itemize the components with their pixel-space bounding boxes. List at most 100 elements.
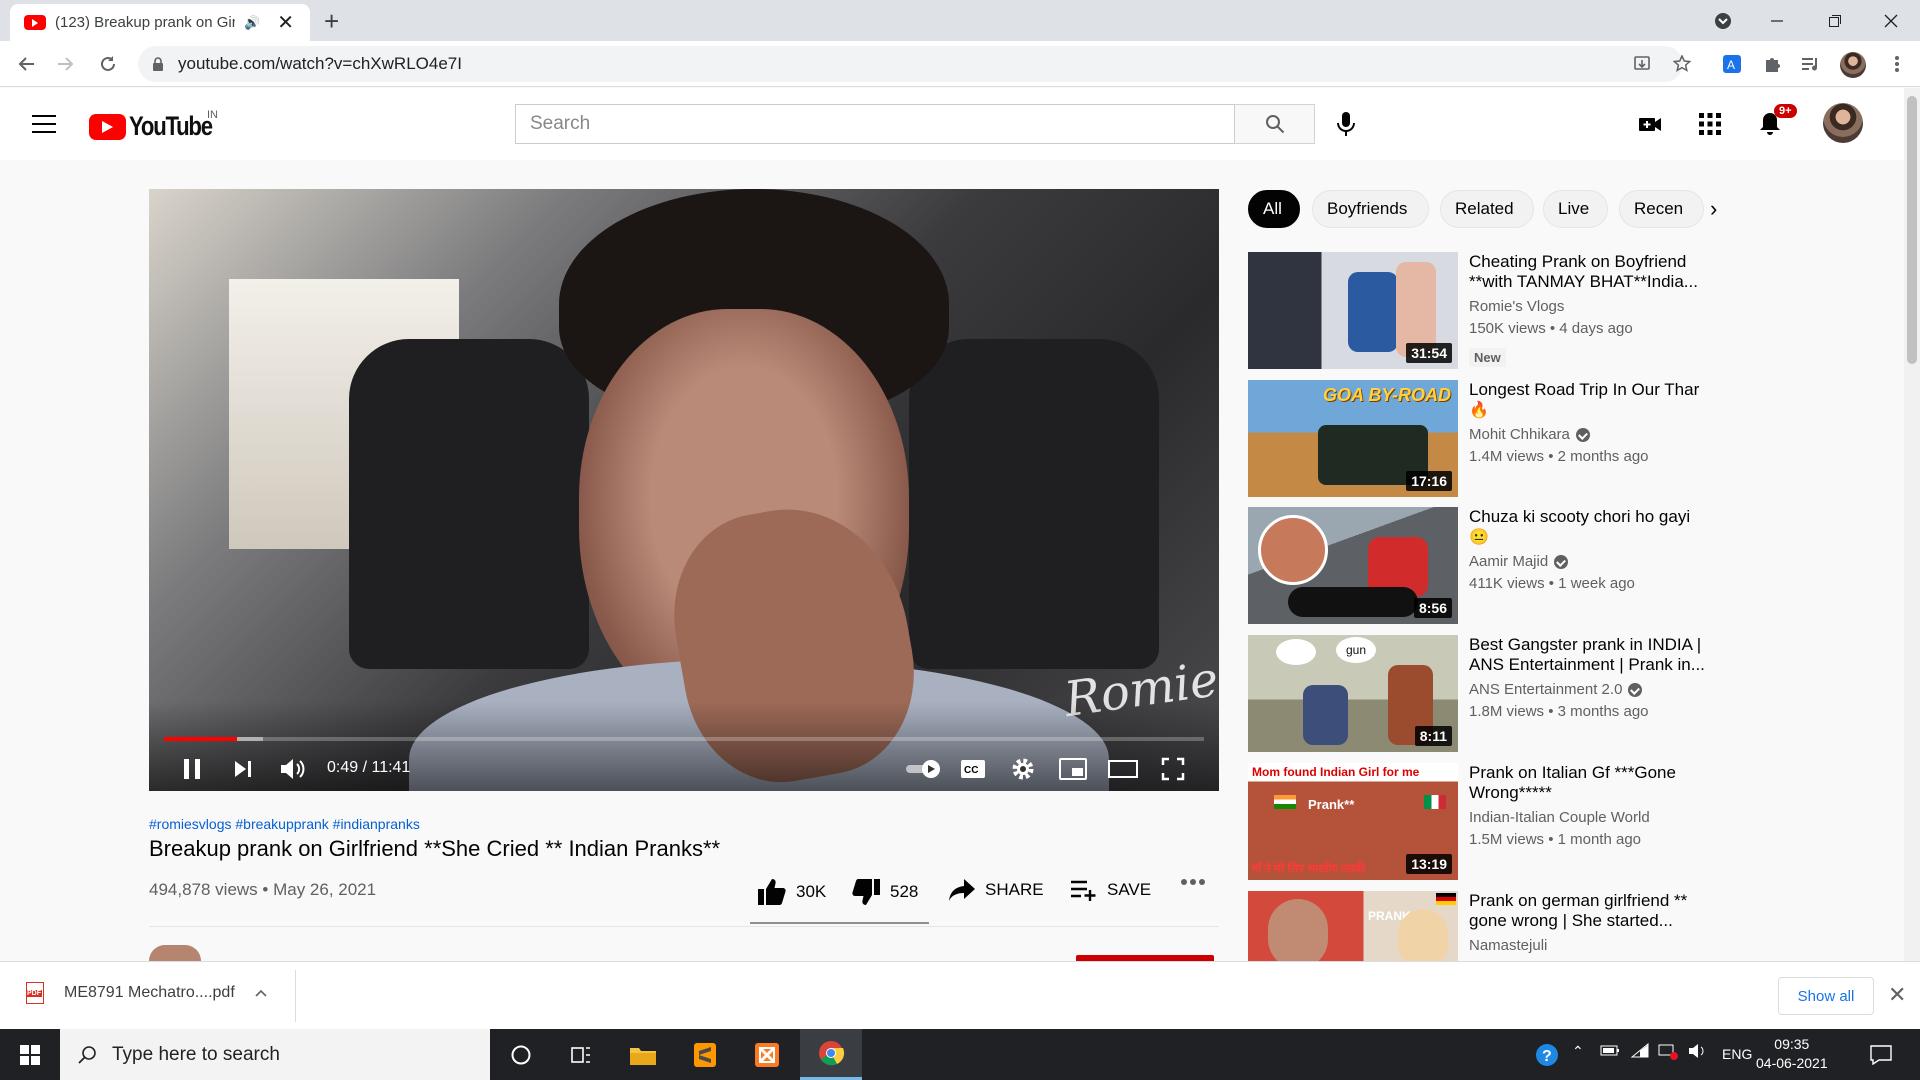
windows-start-icon[interactable] bbox=[0, 1029, 60, 1080]
theater-mode-icon[interactable] bbox=[1105, 751, 1141, 787]
autoplay-toggle[interactable] bbox=[905, 751, 941, 787]
sublime-text-icon[interactable] bbox=[674, 1029, 736, 1080]
maximize-icon[interactable] bbox=[1806, 0, 1864, 41]
media-controls-icon[interactable] bbox=[1798, 52, 1822, 76]
progress-bar[interactable] bbox=[164, 737, 1204, 741]
minimize-icon[interactable] bbox=[1748, 0, 1806, 41]
create-video-icon[interactable] bbox=[1636, 110, 1664, 138]
back-icon[interactable] bbox=[14, 52, 38, 76]
related-video[interactable]: gun 8:11 Best Gangster prank in INDIA | … bbox=[1248, 635, 1718, 752]
video-player[interactable]: Romie's 0:49 / 11:41 CC bbox=[149, 189, 1219, 791]
reload-icon[interactable] bbox=[96, 52, 120, 76]
chip-recent[interactable]: Recen bbox=[1619, 190, 1704, 228]
related-video[interactable]: PRANK Prank on german girlfriend ** gone… bbox=[1248, 891, 1718, 961]
help-tray-icon[interactable]: ? bbox=[1532, 1029, 1562, 1080]
fullscreen-icon[interactable] bbox=[1155, 751, 1191, 787]
video-thumbnail[interactable]: GOA BY-ROAD 17:16 bbox=[1248, 380, 1458, 497]
related-meta: 1.8M views • 3 months ago bbox=[1469, 703, 1649, 720]
chip-boyfriends[interactable]: Boyfriends bbox=[1312, 190, 1429, 228]
thumbnail-text: Mom found Indian Girl for me bbox=[1252, 765, 1420, 779]
page-scrollbar[interactable] bbox=[1904, 88, 1920, 961]
task-view-icon[interactable] bbox=[550, 1029, 612, 1080]
taskbar-clock[interactable]: 09:35 04-06-2021 bbox=[1756, 1035, 1828, 1073]
chevron-up-icon[interactable] bbox=[255, 989, 267, 997]
captions-icon[interactable]: CC bbox=[955, 751, 991, 787]
tab-close-icon[interactable]: ✕ bbox=[277, 10, 294, 35]
close-shelf-icon[interactable]: ✕ bbox=[1888, 982, 1906, 1008]
language-indicator[interactable]: ENG bbox=[1722, 1046, 1752, 1062]
channel-avatar[interactable] bbox=[149, 945, 201, 961]
guide-menu-icon[interactable] bbox=[32, 115, 56, 133]
related-video[interactable]: 8:56 Chuza ki scooty chori ho gayi 😐 Aami… bbox=[1248, 507, 1718, 624]
show-hidden-icons-icon[interactable]: ⌃ bbox=[1572, 1043, 1584, 1060]
volume-icon[interactable] bbox=[275, 751, 311, 787]
related-meta: 411K views • 1 week ago bbox=[1469, 575, 1635, 592]
chrome-taskbar-icon[interactable] bbox=[800, 1029, 862, 1080]
chip-scroll-right-icon[interactable]: › bbox=[1710, 196, 1717, 222]
show-all-button[interactable]: Show all bbox=[1778, 977, 1874, 1015]
voice-search-icon[interactable] bbox=[1333, 110, 1359, 138]
related-channel[interactable]: Indian-Italian Couple World bbox=[1469, 809, 1650, 826]
bookmark-star-icon[interactable] bbox=[1670, 52, 1694, 76]
apps-grid-icon[interactable] bbox=[1696, 110, 1724, 138]
related-channel[interactable]: Aamir Majid bbox=[1469, 553, 1569, 570]
extensions-puzzle-icon[interactable] bbox=[1760, 52, 1784, 76]
action-center-icon[interactable] bbox=[1850, 1029, 1912, 1080]
more-actions-icon[interactable] bbox=[1180, 878, 1206, 886]
thumbnail-text: GOA BY-ROAD bbox=[1323, 385, 1451, 405]
dislike-button[interactable]: 528 bbox=[851, 878, 918, 906]
video-thumbnail[interactable]: PRANK bbox=[1248, 891, 1458, 961]
wifi-icon[interactable] bbox=[1630, 1043, 1650, 1059]
thumbnail-text-3: माँ ने मेरे लिए भारतीय लड़की bbox=[1252, 863, 1366, 875]
account-avatar[interactable] bbox=[1823, 103, 1863, 143]
browser-menu-icon[interactable] bbox=[1885, 52, 1909, 76]
chip-related[interactable]: Related bbox=[1440, 190, 1534, 228]
cortana-icon[interactable] bbox=[490, 1029, 552, 1080]
close-window-icon[interactable] bbox=[1862, 0, 1920, 41]
chip-live[interactable]: Live bbox=[1543, 190, 1608, 228]
related-meta: 150K views • 4 days ago bbox=[1469, 320, 1633, 337]
miniplayer-icon[interactable] bbox=[1055, 751, 1091, 787]
browser-tab[interactable]: (123) Breakup prank on Girlfr 🔊 ✕ bbox=[10, 4, 310, 41]
install-app-icon[interactable] bbox=[1630, 52, 1654, 76]
save-button[interactable]: SAVE bbox=[1070, 878, 1151, 902]
pause-button[interactable] bbox=[174, 751, 210, 787]
download-item[interactable]: ME8791 Mechatro....pdf bbox=[26, 982, 267, 1004]
browser-profile-avatar[interactable] bbox=[1840, 52, 1866, 78]
tab-search-icon[interactable] bbox=[1694, 0, 1752, 41]
like-count: 30K bbox=[796, 882, 827, 901]
related-channel[interactable]: ANS Entertainment 2.0 bbox=[1469, 681, 1643, 698]
forward-icon[interactable] bbox=[54, 52, 78, 76]
extension-translate-icon[interactable]: A bbox=[1720, 52, 1744, 76]
scrollbar-thumb[interactable] bbox=[1907, 96, 1917, 364]
new-tab-button[interactable]: + bbox=[324, 6, 339, 37]
video-thumbnail[interactable]: 31:54 bbox=[1248, 252, 1458, 369]
battery-icon[interactable] bbox=[1600, 1043, 1620, 1057]
taskbar-search-box[interactable]: Type here to search bbox=[60, 1029, 490, 1080]
chip-all[interactable]: All bbox=[1248, 190, 1300, 228]
file-explorer-icon[interactable] bbox=[612, 1029, 674, 1080]
youtube-play-logo-icon bbox=[89, 113, 126, 140]
video-thumbnail[interactable]: 8:56 bbox=[1248, 507, 1458, 624]
related-channel[interactable]: Namastejuli bbox=[1469, 937, 1547, 954]
youtube-logo[interactable]: YouTube IN bbox=[89, 109, 230, 142]
related-video[interactable]: GOA BY-ROAD 17:16 Longest Road Trip In O… bbox=[1248, 380, 1718, 497]
video-hashtags[interactable]: #romiesvlogs #breakupprank #indianpranks bbox=[149, 816, 420, 832]
network-alert-icon[interactable] bbox=[1658, 1043, 1680, 1061]
xampp-icon[interactable] bbox=[736, 1029, 798, 1080]
address-bar[interactable]: youtube.com/watch?v=chXwRLO4e7I bbox=[138, 46, 1683, 82]
volume-tray-icon[interactable] bbox=[1688, 1043, 1708, 1059]
settings-gear-icon[interactable] bbox=[1005, 751, 1041, 787]
related-video[interactable]: Mom found Indian Girl for me Prank** माँ… bbox=[1248, 763, 1718, 880]
search-button[interactable] bbox=[1235, 104, 1315, 144]
related-channel[interactable]: Mohit Chhikara bbox=[1469, 426, 1590, 443]
video-thumbnail[interactable]: gun 8:11 bbox=[1248, 635, 1458, 752]
related-channel[interactable]: Romie's Vlogs bbox=[1469, 298, 1564, 315]
video-thumbnail[interactable]: Mom found Indian Girl for me Prank** माँ… bbox=[1248, 763, 1458, 880]
like-button[interactable]: 30K bbox=[757, 878, 826, 906]
share-button[interactable]: SHARE bbox=[948, 878, 1044, 902]
next-button[interactable] bbox=[225, 751, 261, 787]
search-input[interactable]: Search bbox=[515, 104, 1235, 144]
tab-audio-icon[interactable]: 🔊 bbox=[244, 15, 260, 31]
related-video[interactable]: 31:54 Cheating Prank on Boyfriend **with… bbox=[1248, 252, 1718, 369]
